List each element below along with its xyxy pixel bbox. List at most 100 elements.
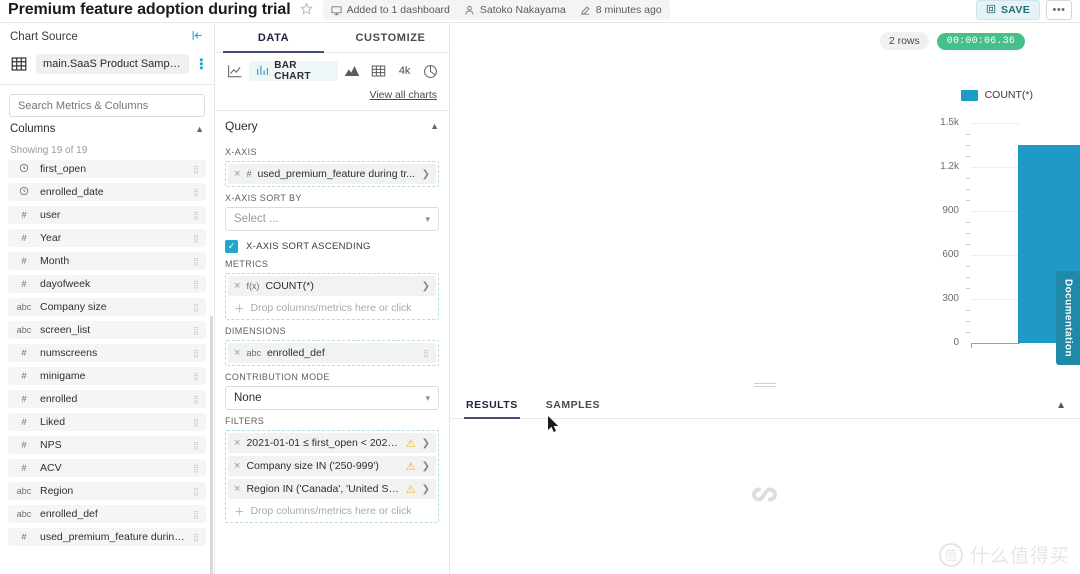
metric-pill[interactable]: × f(x) COUNT(*) ❯ [228, 276, 436, 296]
column-item[interactable]: # Liked ⣿ [8, 413, 206, 431]
more-options-button[interactable]: ••• [1046, 0, 1072, 20]
viz-type-bar-chart[interactable]: BAR CHART [249, 60, 338, 82]
axis-end-tick [971, 343, 972, 348]
x-axis-pill[interactable]: × # used_premium_feature during tr... ❯ [228, 164, 436, 184]
column-item[interactable]: # dayofweek ⣿ [8, 275, 206, 293]
column-item[interactable]: # ACV ⣿ [8, 459, 206, 477]
column-item[interactable]: enrolled_date ⣿ [8, 183, 206, 201]
column-item[interactable]: # enrolled ⣿ [8, 390, 206, 408]
filter-pill[interactable]: × 2021-01-01 ≤ first_open < 2023... ⚠ ❯ [228, 433, 436, 453]
column-item[interactable]: # minigame ⣿ [8, 367, 206, 385]
numeric-icon: # [21, 210, 27, 220]
remove-icon[interactable]: × [234, 280, 240, 292]
chevron-right-icon[interactable]: ❯ [422, 281, 430, 292]
column-item[interactable]: # Month ⣿ [8, 252, 206, 270]
contribution-mode-select[interactable]: None ▾ [225, 386, 439, 410]
documentation-tab[interactable]: Documentation [1056, 271, 1080, 365]
chevron-right-icon[interactable]: ❯ [422, 438, 430, 449]
drag-handle-icon[interactable]: ⣿ [423, 349, 430, 357]
view-all-charts-link[interactable]: View all charts [369, 89, 437, 101]
remove-icon[interactable]: × [234, 347, 240, 359]
collapse-results-icon[interactable]: ▲ [1056, 400, 1066, 418]
clock-icon [16, 163, 32, 176]
tab-customize[interactable]: CUSTOMIZE [332, 23, 449, 52]
metrics-drop-hint-label: Drop columns/metrics here or click [250, 302, 412, 314]
drag-handle-icon[interactable]: ⣿ [193, 464, 200, 472]
pie-chart-icon[interactable] [419, 61, 443, 81]
sort-ascending-checkbox[interactable]: ✓ [225, 240, 238, 253]
star-outline-icon[interactable] [299, 2, 313, 18]
y-axis-minor-tick [966, 288, 970, 289]
watermark-mark: 值 [938, 542, 963, 567]
drag-handle-icon[interactable]: ⣿ [193, 510, 200, 518]
x-axis-dropzone[interactable]: × # used_premium_feature during tr... ❯ [225, 161, 439, 187]
filters-dropzone[interactable]: × 2021-01-01 ≤ first_open < 2023... ⚠ ❯ × Com… [225, 430, 439, 523]
remove-icon[interactable]: × [234, 168, 240, 180]
column-item[interactable]: # Year ⣿ [8, 229, 206, 247]
panel-splitter[interactable] [450, 375, 1080, 391]
column-label: NPS [40, 439, 62, 451]
x-axis-sort-select[interactable]: Select ... ▾ [225, 207, 439, 231]
drag-handle-icon[interactable]: ⣿ [193, 303, 200, 311]
save-button[interactable]: SAVE [975, 0, 1040, 20]
column-item[interactable]: first_open ⣿ [8, 160, 206, 178]
drag-handle-icon[interactable]: ⣿ [193, 280, 200, 288]
dimensions-dropzone[interactable]: × abc enrolled_def ⣿ [225, 340, 439, 366]
column-item[interactable]: abc enrolled_def ⣿ [8, 505, 206, 523]
column-item[interactable]: # NPS ⣿ [8, 436, 206, 454]
column-item[interactable]: # used_premium_feature during trial ⣿ [8, 528, 206, 546]
drag-handle-icon[interactable]: ⣿ [193, 395, 200, 403]
drag-handle-icon[interactable]: ⣿ [193, 326, 200, 334]
tab-results[interactable]: RESULTS [464, 399, 520, 419]
collapse-panel-icon[interactable] [191, 29, 204, 45]
remove-icon[interactable]: × [234, 483, 240, 495]
query-section-header[interactable]: Query ▲ [215, 113, 449, 139]
chart-legend[interactable]: COUNT(*) [960, 89, 1033, 101]
sort-ascending-row[interactable]: ✓ X-AXIS SORT ASCENDING [225, 240, 439, 253]
datasource-name[interactable]: main.SaaS Product Sample ... [36, 54, 189, 74]
drag-handle-icon[interactable]: ⣿ [193, 188, 200, 196]
chevron-right-icon[interactable]: ❯ [422, 484, 430, 495]
query-controls: X-AXIS × # used_premium_feature during t… [215, 139, 449, 574]
metrics-dropzone[interactable]: × f(x) COUNT(*) ❯ ＋ Drop columns/metrics… [225, 273, 439, 320]
column-item[interactable]: abc screen_list ⣿ [8, 321, 206, 339]
drag-handle-icon[interactable]: ⣿ [193, 165, 200, 173]
drag-handle-icon[interactable]: ⣿ [193, 418, 200, 426]
big-number-icon[interactable]: 4k [393, 61, 417, 81]
filter-pill[interactable]: × Company size IN ('250-999') ⚠ ❯ [228, 456, 436, 476]
drag-handle-icon[interactable]: ⣿ [193, 211, 200, 219]
meta-owner[interactable]: Satoko Nakayama [464, 4, 580, 16]
drag-handle-icon[interactable]: ⣿ [193, 487, 200, 495]
chevron-right-icon[interactable]: ❯ [422, 461, 430, 472]
metrics-drop-hint[interactable]: ＋ Drop columns/metrics here or click [228, 299, 436, 317]
tab-data[interactable]: DATA [215, 23, 332, 53]
filters-drop-hint[interactable]: ＋ Drop columns/metrics here or click [228, 502, 436, 520]
drag-handle-icon[interactable]: ⣿ [193, 533, 200, 541]
view-all-charts-wrap: View all charts [215, 81, 449, 110]
meta-modified[interactable]: 8 minutes ago [580, 4, 662, 16]
drag-handle-icon[interactable]: ⣿ [193, 349, 200, 357]
vertical-dots-icon[interactable]: • • • [197, 54, 206, 74]
remove-icon[interactable]: × [234, 460, 240, 472]
metrics-label: METRICS [225, 259, 269, 269]
meta-dashboard[interactable]: Added to 1 dashboard [331, 4, 464, 16]
table-icon[interactable] [366, 61, 390, 81]
drag-handle-icon[interactable]: ⣿ [193, 441, 200, 449]
chevron-right-icon[interactable]: ❯ [422, 169, 430, 180]
column-item[interactable]: abc Region ⣿ [8, 482, 206, 500]
column-item[interactable]: abc Company size ⣿ [8, 298, 206, 316]
contribution-mode-label: CONTRIBUTION MODE [225, 372, 330, 382]
plus-icon: ＋ [234, 302, 245, 315]
search-input[interactable] [9, 94, 205, 117]
drag-handle-icon[interactable]: ⣿ [193, 372, 200, 380]
drag-handle-icon[interactable]: ⣿ [193, 257, 200, 265]
line-chart-icon[interactable] [223, 61, 247, 81]
column-item[interactable]: # user ⣿ [8, 206, 206, 224]
column-item[interactable]: # numscreens ⣿ [8, 344, 206, 362]
dimension-pill[interactable]: × abc enrolled_def ⣿ [228, 343, 436, 363]
remove-icon[interactable]: × [234, 437, 240, 449]
columns-section-header[interactable]: Columns ▲ [0, 121, 214, 137]
area-chart-icon[interactable] [340, 61, 364, 81]
filter-pill[interactable]: × Region IN ('Canada', 'United States') ⚠ ❯ [228, 479, 436, 499]
drag-handle-icon[interactable]: ⣿ [193, 234, 200, 242]
